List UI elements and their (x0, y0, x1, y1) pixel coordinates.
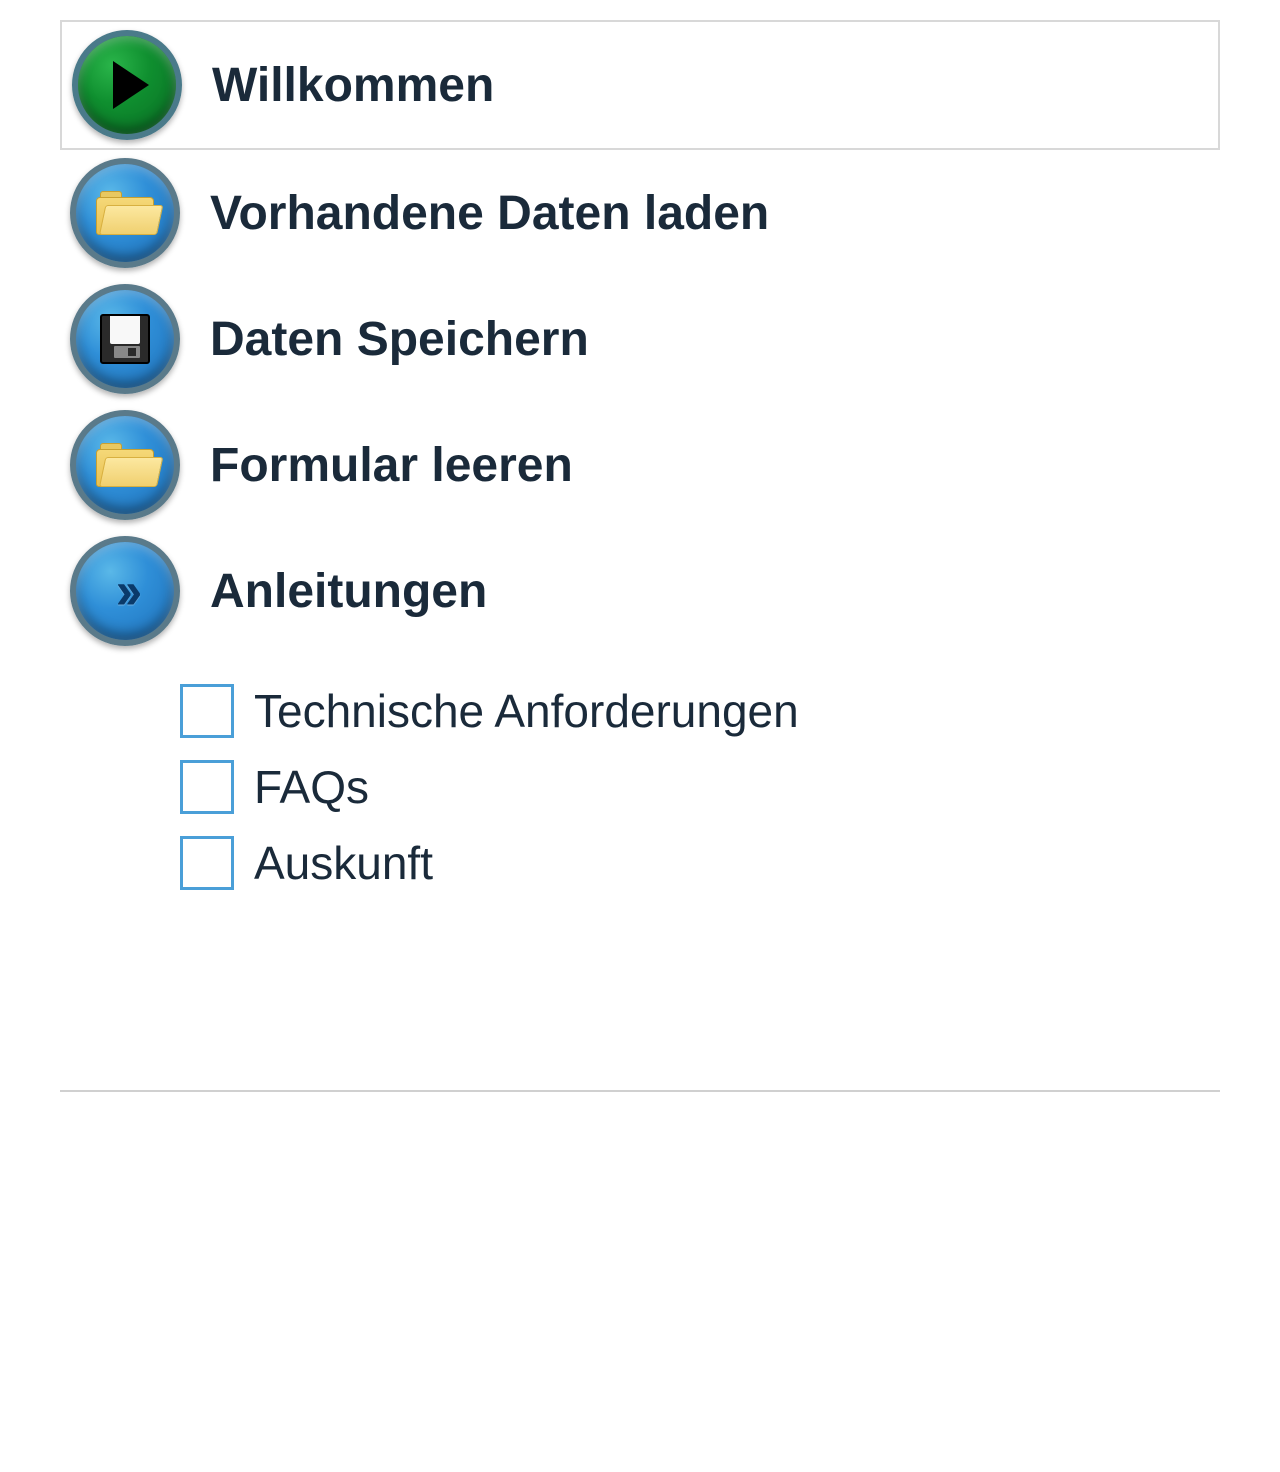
menu-item-label: Formular leeren (210, 438, 573, 493)
menu-item-load-data[interactable]: Vorhandene Daten laden (60, 150, 1220, 276)
menu-item-label: Anleitungen (210, 564, 487, 619)
menu-item-label: Vorhandene Daten laden (210, 186, 769, 241)
menu-item-instructions[interactable]: ›› Anleitungen (60, 528, 1220, 654)
chevron-double-right-icon: ›› (70, 536, 180, 646)
main-menu: Willkommen Vorhandene Daten laden Daten … (60, 20, 1220, 890)
menu-item-label: Daten Speichern (210, 312, 589, 367)
menu-item-clear-form[interactable]: Formular leeren (60, 402, 1220, 528)
sub-item-label: Auskunft (254, 836, 433, 890)
divider (60, 1090, 1220, 1092)
sub-item-faqs[interactable]: FAQs (180, 760, 1220, 814)
menu-item-willkommen[interactable]: Willkommen (60, 20, 1220, 150)
checkbox[interactable] (180, 836, 234, 890)
sub-menu: Technische Anforderungen FAQs Auskunft (180, 684, 1220, 890)
play-icon (72, 30, 182, 140)
sub-item-label: Technische Anforderungen (254, 684, 799, 738)
folder-open-icon (70, 158, 180, 268)
save-icon (70, 284, 180, 394)
checkbox[interactable] (180, 760, 234, 814)
menu-item-label: Willkommen (212, 58, 494, 113)
checkbox[interactable] (180, 684, 234, 738)
sub-item-tech-requirements[interactable]: Technische Anforderungen (180, 684, 1220, 738)
sub-item-label: FAQs (254, 760, 369, 814)
menu-item-save-data[interactable]: Daten Speichern (60, 276, 1220, 402)
sub-item-information[interactable]: Auskunft (180, 836, 1220, 890)
folder-icon (70, 410, 180, 520)
